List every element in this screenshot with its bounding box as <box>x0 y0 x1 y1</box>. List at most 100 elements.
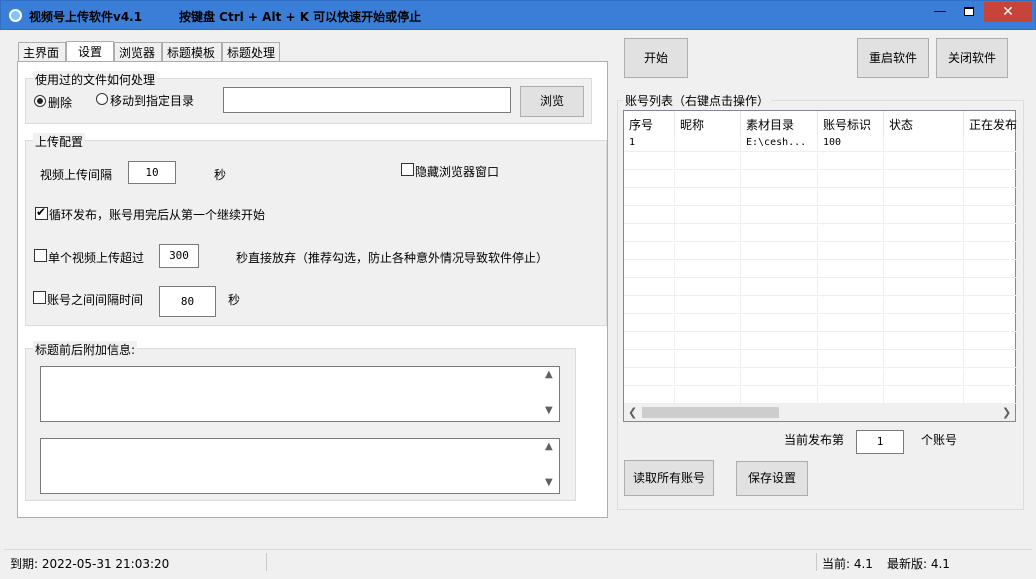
account-list-header: 序号 昵称 素材目录 账号标识 状态 正在发布 <box>624 111 1017 135</box>
expiry-text: 到期: 2022-05-31 21:03:20 <box>10 557 170 571</box>
table-cell <box>884 333 964 350</box>
delete-radio[interactable] <box>34 95 46 107</box>
browse-button[interactable]: 浏览 <box>520 86 584 117</box>
start-button[interactable]: 开始 <box>624 38 688 78</box>
title-prefix-scrollbar[interactable]: ▲ ▼ <box>542 367 559 421</box>
table-row[interactable] <box>624 279 1017 296</box>
table-cell <box>818 315 884 332</box>
table-row[interactable] <box>624 171 1017 188</box>
table-row[interactable] <box>624 315 1017 332</box>
scroll-up-icon[interactable]: ▲ <box>545 441 553 452</box>
window-title: 视频号上传软件v4.1 <box>29 10 143 24</box>
maximize-button[interactable] <box>956 2 982 22</box>
loop-publish-checkbox[interactable] <box>35 205 48 220</box>
table-cell <box>741 243 818 260</box>
table-cell <box>624 279 675 296</box>
title-suffix-textarea[interactable]: ▲ ▼ <box>40 438 560 494</box>
col-publishing[interactable]: 正在发布 <box>964 111 1017 135</box>
table-cell <box>964 171 1017 188</box>
table-cell: 1 <box>624 135 675 152</box>
table-row[interactable] <box>624 369 1017 386</box>
account-list[interactable]: 序号 昵称 素材目录 账号标识 状态 正在发布 1 E:\cesh... 100 ❮… <box>623 110 1017 422</box>
upload-timeout-suffix: 秒直接放弃（推荐勾选，防止各种意外情况导致软件停止） <box>236 251 549 265</box>
col-account-id[interactable]: 账号标识 <box>818 111 884 135</box>
upload-interval-input[interactable]: 10 <box>128 161 176 184</box>
current-account-input[interactable]: 1 <box>856 430 904 454</box>
title-prefix-textarea[interactable]: ▲ ▼ <box>40 366 560 422</box>
table-row[interactable] <box>624 333 1017 350</box>
table-row[interactable] <box>624 189 1017 206</box>
account-interval-input[interactable]: 80 <box>159 286 216 317</box>
close-window-button[interactable]: ✕ <box>984 2 1032 22</box>
table-cell <box>675 279 741 296</box>
col-index[interactable]: 序号 <box>624 111 675 135</box>
table-cell <box>818 261 884 278</box>
table-row[interactable] <box>624 387 1017 404</box>
table-cell <box>964 279 1017 296</box>
scroll-down-icon[interactable]: ▼ <box>545 477 553 488</box>
table-cell: E:\cesh... <box>741 135 818 152</box>
table-cell <box>741 297 818 314</box>
account-interval-unit: 秒 <box>228 293 241 307</box>
tab-main[interactable]: 主界面 <box>18 42 66 62</box>
minimize-button[interactable]: — <box>927 2 953 22</box>
upload-timeout-input[interactable]: 300 <box>159 244 199 268</box>
restart-button[interactable]: 重启软件 <box>857 38 929 78</box>
read-accounts-button[interactable]: 读取所有账号 <box>624 460 714 496</box>
table-cell <box>675 369 741 386</box>
scroll-down-icon[interactable]: ▼ <box>545 405 553 416</box>
tab-title-template[interactable]: 标题模板 <box>162 42 222 62</box>
upload-interval-label: 视频上传间隔 <box>40 168 113 182</box>
upload-timeout-checkbox[interactable] <box>34 249 47 262</box>
table-cell <box>884 225 964 242</box>
app-icon <box>9 9 22 22</box>
hide-browser-label: 隐藏浏览器窗口 <box>415 165 500 179</box>
table-row[interactable]: 1 E:\cesh... 100 <box>624 135 1017 152</box>
move-radio[interactable] <box>96 93 108 105</box>
title-suffix-scrollbar[interactable]: ▲ ▼ <box>542 439 559 493</box>
table-cell <box>741 261 818 278</box>
save-settings-button[interactable]: 保存设置 <box>736 461 808 496</box>
account-interval-label: 账号之间间隔时间 <box>47 293 144 307</box>
table-row[interactable] <box>624 207 1017 224</box>
scroll-thumb[interactable] <box>642 407 779 418</box>
tab-browser[interactable]: 浏览器 <box>114 42 162 62</box>
table-cell <box>624 315 675 332</box>
hide-browser-checkbox[interactable] <box>401 163 414 176</box>
scroll-left-icon[interactable]: ❮ <box>628 406 637 419</box>
table-row[interactable] <box>624 351 1017 368</box>
table-row[interactable] <box>624 243 1017 260</box>
scroll-right-icon[interactable]: ❯ <box>1002 406 1011 419</box>
account-interval-checkbox[interactable] <box>33 291 46 304</box>
table-cell <box>624 351 675 368</box>
title-bar[interactable]: 视频号上传软件v4.1 按键盘 Ctrl + Alt + K 可以快速开始或停止… <box>0 0 1036 30</box>
table-cell <box>964 351 1017 368</box>
table-cell <box>818 207 884 224</box>
tab-settings[interactable]: 设置 <box>66 41 114 63</box>
table-row[interactable] <box>624 225 1017 242</box>
table-row[interactable] <box>624 153 1017 170</box>
table-cell <box>675 135 741 152</box>
col-nickname[interactable]: 昵称 <box>675 111 741 135</box>
table-cell <box>964 225 1017 242</box>
col-material-dir[interactable]: 素材目录 <box>741 111 818 135</box>
table-cell <box>884 189 964 206</box>
table-cell <box>624 387 675 404</box>
table-cell <box>818 387 884 404</box>
table-cell <box>818 351 884 368</box>
upload-config-label: 上传配置 <box>33 133 86 150</box>
table-cell <box>624 243 675 260</box>
col-status[interactable]: 状态 <box>884 111 964 135</box>
table-row[interactable] <box>624 297 1017 314</box>
table-row[interactable] <box>624 261 1017 278</box>
scroll-up-icon[interactable]: ▲ <box>545 369 553 380</box>
upload-interval-unit: 秒 <box>214 168 227 182</box>
table-cell <box>884 279 964 296</box>
target-dir-input[interactable] <box>223 87 511 113</box>
close-software-button[interactable]: 关闭软件 <box>936 38 1008 78</box>
table-cell <box>675 315 741 332</box>
account-list-hscrollbar[interactable]: ❮ ❯ <box>624 404 1015 421</box>
table-cell <box>964 135 1017 152</box>
table-cell <box>675 153 741 170</box>
tab-title-processing[interactable]: 标题处理 <box>222 42 280 62</box>
